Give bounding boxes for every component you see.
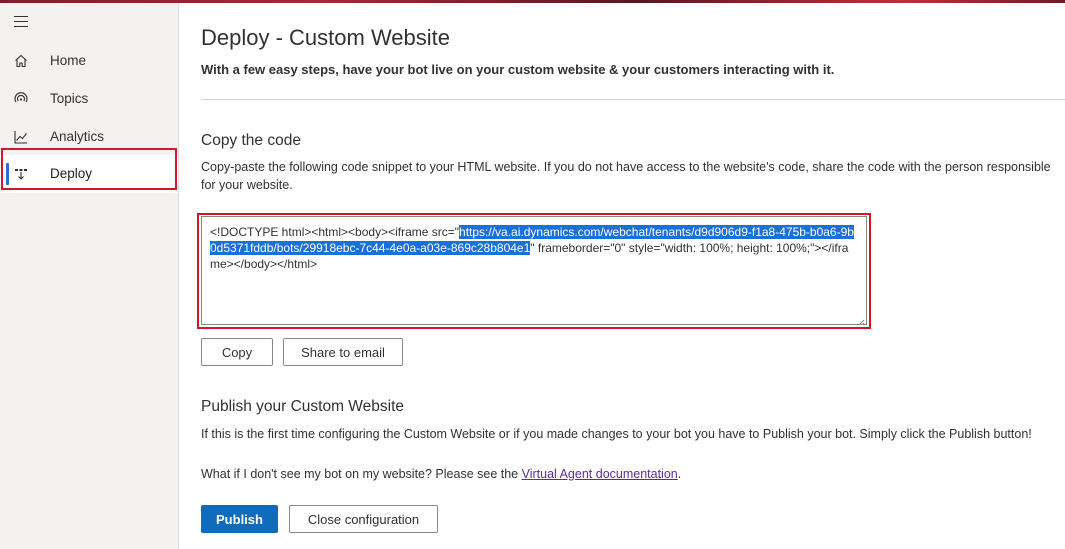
help-text-prefix: What if I don't see my bot on my website… — [201, 467, 522, 481]
copy-button[interactable]: Copy — [201, 338, 273, 366]
resize-grip-icon[interactable] — [857, 315, 865, 324]
analytics-icon — [13, 129, 29, 145]
share-to-email-button[interactable]: Share to email — [283, 338, 403, 366]
code-prefix: <!DOCTYPE html><html><body><iframe src=" — [210, 225, 460, 239]
publish-section-description: If this is the first time configuring th… — [201, 427, 1032, 441]
page-title: Deploy - Custom Website — [201, 25, 451, 50]
copy-section-title: Copy the code — [201, 132, 301, 149]
sidebar-item-label: Topics — [50, 91, 89, 106]
copy-section-description: Copy-paste the following code snippet to… — [201, 160, 1051, 192]
deploy-highlight-outline — [1, 148, 177, 190]
publish-section-title: Publish your Custom Website — [201, 398, 405, 415]
help-text-end: . — [677, 467, 682, 481]
divider — [201, 99, 1065, 100]
sidebar: Home Topics Analytics Deploy — [0, 3, 179, 549]
page-subtitle: With a few easy steps, have your bot liv… — [201, 62, 835, 77]
virtual-agent-documentation-link[interactable]: Virtual Agent documentation — [522, 467, 678, 481]
sidebar-item-label: Home — [50, 53, 87, 68]
sidebar-item-home[interactable]: Home — [0, 42, 178, 80]
help-text: What if I don't see my bot on my website… — [201, 465, 1065, 483]
home-icon — [13, 53, 29, 69]
topics-icon — [13, 91, 29, 107]
publish-button[interactable]: Publish — [201, 505, 278, 533]
close-configuration-button[interactable]: Close configuration — [289, 505, 438, 533]
hamburger-menu-icon[interactable] — [14, 16, 28, 28]
code-snippet-textarea[interactable]: <!DOCTYPE html><html><body><iframe src="… — [201, 216, 867, 325]
sidebar-item-topics[interactable]: Topics — [0, 80, 178, 118]
sidebar-item-label: Analytics — [50, 129, 105, 144]
